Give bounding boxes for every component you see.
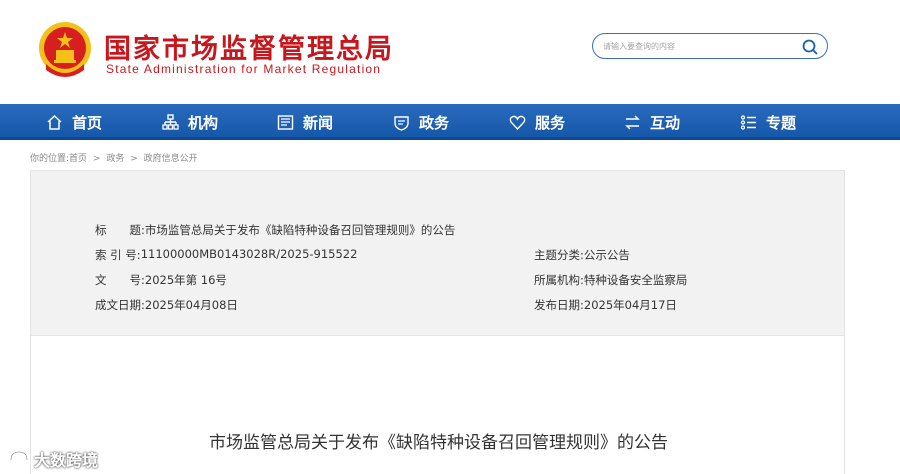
meta-created-label: 成文日期: xyxy=(95,298,145,312)
search-input[interactable] xyxy=(603,38,793,54)
meta-doc-value: 2025年第 16号 xyxy=(144,273,227,287)
newspaper-icon xyxy=(277,114,294,130)
nav-item-affairs[interactable]: 政务 xyxy=(393,104,449,140)
breadcrumb-separator: > xyxy=(130,154,138,164)
meta-doc-row: 文 号: 2025年第 16号 xyxy=(95,272,227,288)
document-metadata: 标 题: 市场监管总局关于发布《缺陷特种设备召回管理规则》的公告 索 引 号: … xyxy=(30,170,845,336)
nav-item-news[interactable]: 新闻 xyxy=(277,104,333,140)
nav-label: 服务 xyxy=(535,113,566,132)
meta-agency-label: 所属机构: xyxy=(534,273,584,287)
shield-icon xyxy=(394,115,409,131)
meta-published-label: 发布日期: xyxy=(534,298,584,312)
meta-created-value: 2025年04月08日 xyxy=(144,298,238,312)
meta-agency-value: 特种设备安全监察局 xyxy=(583,273,688,287)
meta-topic-row: 主题分类: 公示公告 xyxy=(534,247,630,263)
breadcrumb-info-disclosure[interactable]: 政府信息公开 xyxy=(144,154,198,164)
meta-doc-label: 文 号: xyxy=(95,273,145,287)
nav-item-topics[interactable]: 专题 xyxy=(740,104,796,140)
heart-icon xyxy=(509,115,526,130)
site-title[interactable]: 国家市场监督管理总局 xyxy=(104,27,394,66)
watermark: 大数跨境 xyxy=(8,447,98,471)
search-box xyxy=(592,33,828,59)
nav-item-interact[interactable]: 互动 xyxy=(624,104,680,140)
nav-item-org[interactable]: 机构 xyxy=(162,104,218,140)
search-icon[interactable] xyxy=(801,38,819,56)
meta-title-value: 市场监管总局关于发布《缺陷特种设备召回管理规则》的公告 xyxy=(144,223,456,237)
breadcrumb-affairs[interactable]: 政务 xyxy=(106,154,124,164)
nav-label: 政务 xyxy=(419,113,450,132)
site-subtitle: State Administration for Market Regulati… xyxy=(106,62,382,76)
breadcrumb-separator: > xyxy=(92,154,101,164)
brand-logo-icon xyxy=(9,450,29,468)
article-title: 市场监管总局关于发布《缺陷特种设备召回管理规则》的公告 xyxy=(209,433,668,453)
meta-index-value: 11100000MB0143028R/2025-915522 xyxy=(140,247,358,261)
breadcrumb: 你的位置:首页 > 政务 > 政府信息公开 xyxy=(30,151,201,164)
nav-label: 机构 xyxy=(188,113,219,132)
nav-label: 首页 xyxy=(72,113,103,132)
meta-topic-label: 主题分类: xyxy=(534,248,584,262)
site-header: 国家市场监督管理总局 State Administration for Mark… xyxy=(0,0,900,104)
meta-published-row: 发布日期: 2025年04月17日 xyxy=(534,297,677,313)
swap-arrows-icon xyxy=(625,114,640,130)
article-content: 市场监管总局关于发布《缺陷特种设备召回管理规则》的公告 xyxy=(30,336,845,474)
national-emblem-icon[interactable] xyxy=(36,20,94,80)
meta-topic-value: 公示公告 xyxy=(583,248,630,262)
nav-item-service[interactable]: 服务 xyxy=(509,104,565,140)
watermark-text: 大数跨境 xyxy=(34,451,99,470)
nav-label: 专题 xyxy=(766,113,797,132)
nav-label: 新闻 xyxy=(303,113,334,132)
org-chart-icon xyxy=(162,113,179,130)
main-nav: 首页 机构 新闻 政务 服务 互动 专题 xyxy=(0,104,900,140)
meta-agency-row: 所属机构: 特种设备安全监察局 xyxy=(534,272,687,288)
meta-title-label: 标 题: xyxy=(95,223,145,237)
meta-created-row: 成文日期: 2025年04月08日 xyxy=(95,297,238,313)
breadcrumb-home[interactable]: 你的位置:首页 xyxy=(30,154,87,164)
meta-title-row: 标 题: 市场监管总局关于发布《缺陷特种设备召回管理规则》的公告 xyxy=(95,222,455,238)
nav-item-home[interactable]: 首页 xyxy=(46,104,102,140)
home-icon xyxy=(47,114,62,130)
meta-published-value: 2025年04月17日 xyxy=(583,298,677,312)
meta-index-row: 索 引 号: 11100000MB0143028R/2025-915522 xyxy=(95,247,357,263)
nav-label: 互动 xyxy=(650,113,681,132)
list-icon xyxy=(740,114,756,130)
meta-index-label: 索 引 号: xyxy=(95,248,141,262)
